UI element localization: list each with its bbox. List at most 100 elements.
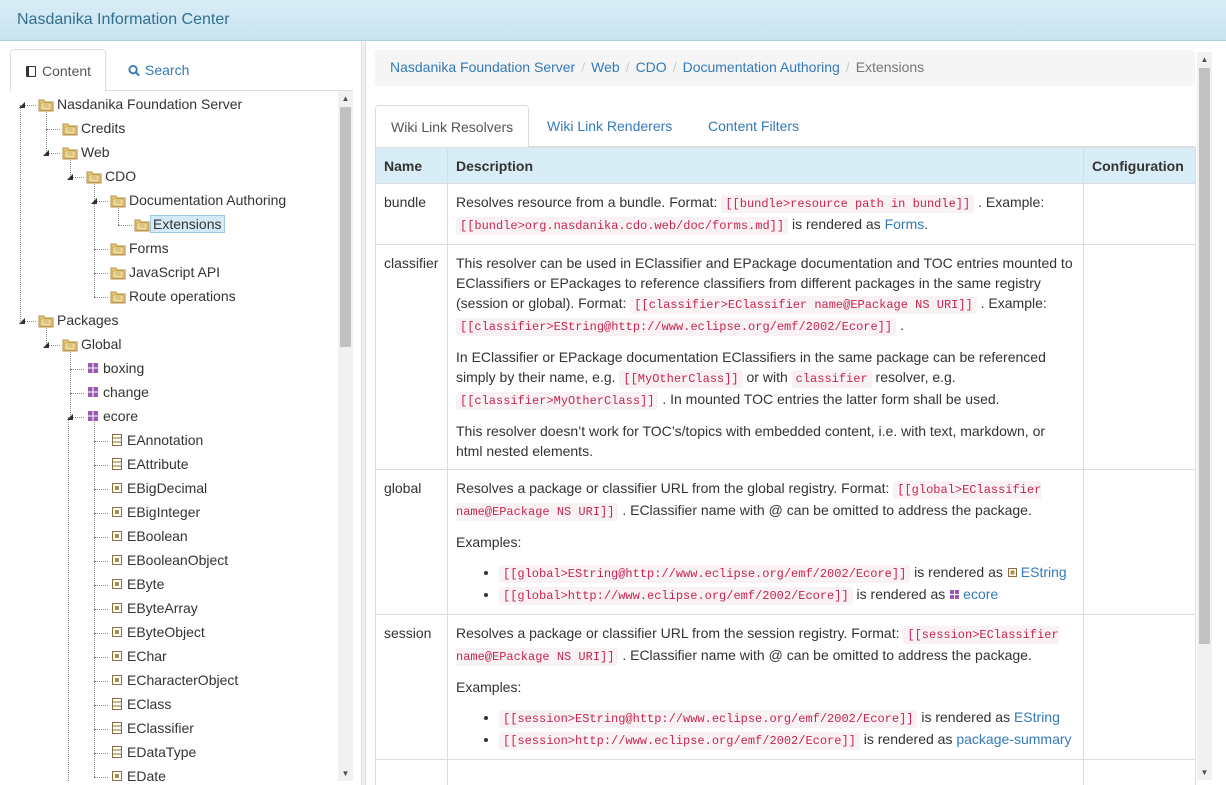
tree-node-ebigdecimal[interactable]: EBigDecimal xyxy=(110,477,211,499)
content-scrollbar[interactable]: ▲ ▼ xyxy=(1197,52,1212,780)
tree-node-eboolean[interactable]: EBoolean xyxy=(110,525,192,547)
tree-node-cdo[interactable]: CDO xyxy=(86,165,140,187)
estring-link[interactable]: EString xyxy=(1014,709,1060,725)
tree-node-ebyte[interactable]: EByte xyxy=(110,573,168,595)
tree-scroll-thumb[interactable] xyxy=(340,107,351,347)
collapse-toggle-icon[interactable]: ◢ xyxy=(17,316,27,326)
package-summary-link[interactable]: package-summary xyxy=(956,731,1071,747)
tree-guide-line xyxy=(94,657,108,658)
tree-node-edate[interactable]: EDate xyxy=(110,765,170,781)
tree-node-echar[interactable]: EChar xyxy=(110,645,171,667)
tree-node-ebiginteger[interactable]: EBigInteger xyxy=(110,501,204,523)
description-text: . EClassifier name with @ can be omitted… xyxy=(618,647,1032,663)
datatype-icon xyxy=(110,552,124,568)
tree-node-ebooleanobject[interactable]: EBooleanObject xyxy=(110,549,232,571)
tree-node-label: Credits xyxy=(81,120,126,136)
tree-node-label: ecore xyxy=(103,408,139,424)
tree-node-web[interactable]: Web xyxy=(62,141,114,163)
tree-node-edatatype[interactable]: EDataType xyxy=(110,741,200,763)
tree-node-nasdanika-foundation-server[interactable]: Nasdanika Foundation Server xyxy=(38,93,246,115)
tree-node-ecore[interactable]: ecore xyxy=(86,405,142,427)
breadcrumb-link-web[interactable]: Web xyxy=(591,59,620,75)
example-code: [[bundle>org.nasdanika.cdo.web/doc/forms… xyxy=(456,217,789,235)
tab-wiki-link-renderers[interactable]: Wiki Link Renderers xyxy=(532,105,687,147)
tree-guide-line xyxy=(46,129,60,130)
description-text: is rendered as xyxy=(788,216,885,232)
tree-node-label: Extensions xyxy=(150,215,226,233)
description-text: . In mounted TOC entries the latter form… xyxy=(658,391,1000,407)
description-text: is rendered as xyxy=(852,586,950,602)
tree-node-eannotation[interactable]: EAnnotation xyxy=(110,429,207,451)
tree-node-documentation-authoring[interactable]: Documentation Authoring xyxy=(110,189,290,211)
tree-node-eattribute[interactable]: EAttribute xyxy=(110,453,192,475)
tree-node-javascript-api[interactable]: JavaScript API xyxy=(110,261,224,283)
tree-node-label: EAttribute xyxy=(127,456,189,472)
datatype-icon xyxy=(110,576,124,592)
forms-link[interactable]: Forms xyxy=(885,216,925,232)
tree-node-eclassifier[interactable]: EClassifier xyxy=(110,717,198,739)
collapse-toggle-icon[interactable]: ◢ xyxy=(17,100,27,110)
format-code: [[classifier>EClassifier name@EPackage N… xyxy=(630,296,977,314)
tree-node-echaracterobject[interactable]: ECharacterObject xyxy=(110,669,242,691)
table-row: session Resolves a package or classifier… xyxy=(375,614,1196,760)
tab-search[interactable]: Search xyxy=(114,49,203,91)
tree-node-label: Web xyxy=(81,144,110,160)
scroll-up-icon[interactable]: ▲ xyxy=(338,91,353,106)
tree-guide-line xyxy=(94,585,108,586)
scroll-down-icon[interactable]: ▼ xyxy=(1197,765,1212,780)
description-text: Resolves a package or classifier URL fro… xyxy=(456,480,894,496)
scroll-up-icon[interactable]: ▲ xyxy=(1197,52,1212,67)
tree-node-boxing[interactable]: boxing xyxy=(86,357,148,379)
tree-node-ebyteobject[interactable]: EByteObject xyxy=(110,621,209,643)
example-code: [[classifier>EString@http://www.eclipse.… xyxy=(456,318,897,336)
tree-node-credits[interactable]: Credits xyxy=(62,117,129,139)
tree-node-packages[interactable]: Packages xyxy=(38,309,122,331)
tree-node-eclass[interactable]: EClass xyxy=(110,693,175,715)
tree-node-label: Nasdanika Foundation Server xyxy=(57,96,243,112)
folder-icon xyxy=(110,288,126,304)
breadcrumb-link-cdo[interactable]: CDO xyxy=(636,59,667,75)
folder-icon xyxy=(38,96,54,112)
tree-node-label: EByte xyxy=(127,576,165,592)
tree-scrollbar[interactable]: ▲ ▼ xyxy=(338,91,353,781)
description-text: . Example: xyxy=(974,194,1045,210)
breadcrumb-separator: / xyxy=(672,59,677,75)
tree-node-global[interactable]: Global xyxy=(62,333,125,355)
collapse-toggle-icon[interactable]: ◢ xyxy=(65,172,75,182)
tree-node-label: change xyxy=(103,384,149,400)
table-header-row: Name Description Configuration xyxy=(375,147,1196,184)
collapse-toggle-icon[interactable]: ◢ xyxy=(41,340,51,350)
tree-node-route-operations[interactable]: Route operations xyxy=(110,285,240,307)
tab-content[interactable]: Content xyxy=(10,49,107,92)
list-item: [[global>EString@http://www.eclipse.org/… xyxy=(499,562,1075,584)
tree-node-label: Global xyxy=(81,336,122,352)
content-scroll-thumb[interactable] xyxy=(1199,68,1210,644)
tree-guide-line xyxy=(94,705,108,706)
breadcrumb-link-server[interactable]: Nasdanika Foundation Server xyxy=(390,59,575,75)
row-name: bundle xyxy=(375,183,448,245)
tree-node-label: EClassifier xyxy=(127,720,194,736)
tree-node-label: EBoolean xyxy=(127,528,188,544)
collapse-toggle-icon[interactable]: ◢ xyxy=(41,148,51,158)
row-description: This resolver can be used in EClassifier… xyxy=(447,244,1084,470)
collapse-toggle-icon[interactable]: ◢ xyxy=(65,412,75,422)
tree-node-extensions[interactable]: Extensions xyxy=(134,213,226,235)
tree-guide-line xyxy=(94,249,108,250)
tree-guide-line xyxy=(118,225,132,226)
estring-link[interactable]: EString xyxy=(1021,564,1067,580)
ecore-link[interactable]: ecore xyxy=(963,586,998,602)
row-configuration xyxy=(1083,614,1196,760)
folder-icon xyxy=(62,336,78,352)
description-text: is rendered as xyxy=(910,564,1007,580)
tree-node-forms[interactable]: Forms xyxy=(110,237,173,259)
tree-node-label: JavaScript API xyxy=(129,264,221,280)
tab-search-label: Search xyxy=(145,62,190,78)
example-code: [[global>EString@http://www.eclipse.org/… xyxy=(499,565,911,583)
tree-node-ebytearray[interactable]: EByteArray xyxy=(110,597,202,619)
collapse-toggle-icon[interactable]: ◢ xyxy=(89,196,99,206)
breadcrumb-link-documentation-authoring[interactable]: Documentation Authoring xyxy=(683,59,840,75)
scroll-down-icon[interactable]: ▼ xyxy=(338,766,353,781)
tab-content-filters[interactable]: Content Filters xyxy=(693,105,814,147)
tree-node-change[interactable]: change xyxy=(86,381,153,403)
tab-wiki-link-resolvers[interactable]: Wiki Link Resolvers xyxy=(375,105,530,148)
